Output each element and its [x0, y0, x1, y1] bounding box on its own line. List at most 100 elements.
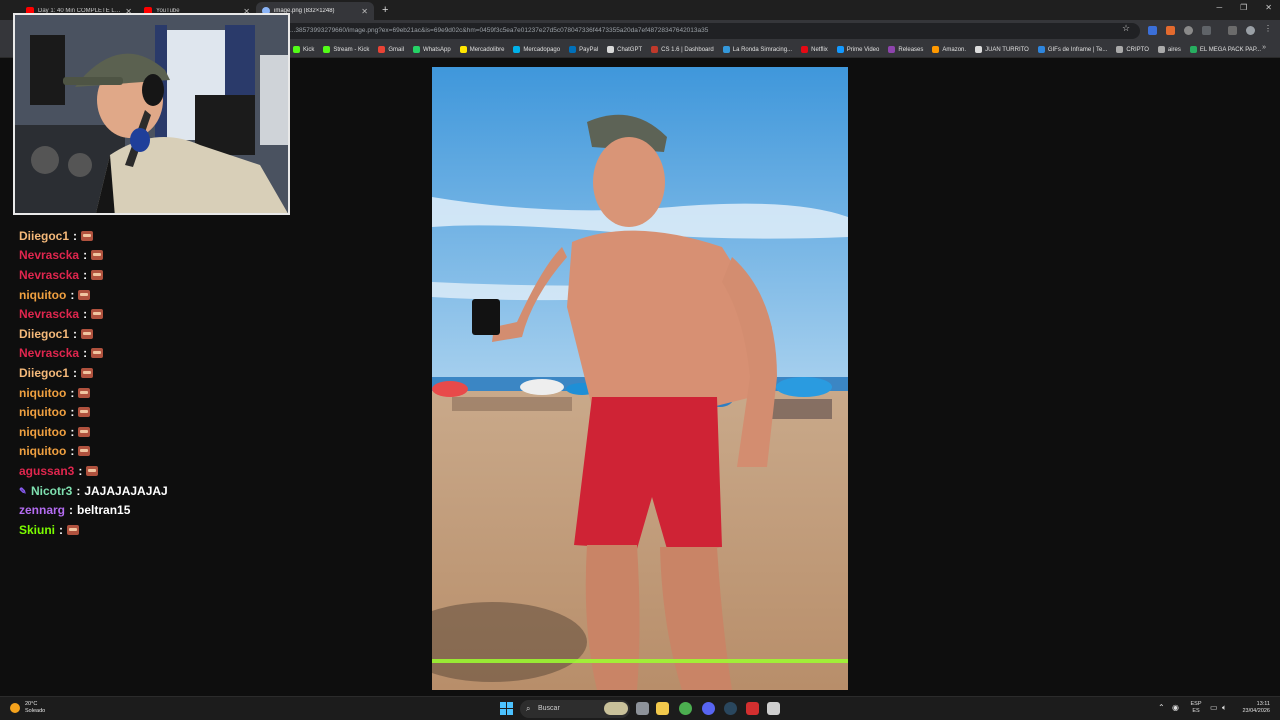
- bookmark-item[interactable]: Amazon.: [932, 46, 966, 53]
- screen: Day 1: 40 Min COMPLETE LOW... ✕ YouTube ✕ im…: [0, 0, 1280, 720]
- chat-username[interactable]: niquitoo: [19, 425, 66, 439]
- search-placeholder: Buscar: [538, 705, 560, 712]
- bookmark-favicon-icon: [801, 46, 809, 53]
- tray-app-icon[interactable]: ◉: [1172, 703, 1179, 712]
- extension-icon[interactable]: [1148, 26, 1157, 35]
- chevron-up-icon[interactable]: ⌃: [1158, 703, 1165, 712]
- chat-separator: :: [69, 503, 74, 518]
- menu-kebab-icon[interactable]: ⋮: [1264, 24, 1273, 33]
- extension-icon[interactable]: [1166, 26, 1175, 35]
- close-tab-icon[interactable]: ✕: [361, 7, 368, 16]
- task-view-icon[interactable]: [636, 702, 649, 715]
- bookmark-favicon-icon: [722, 46, 730, 53]
- chat-username[interactable]: Skiuni: [19, 523, 55, 537]
- bookmark-item[interactable]: Mercadopago: [513, 46, 560, 53]
- extensions-puzzle-icon[interactable]: [1202, 26, 1211, 35]
- bookmark-item[interactable]: Gmail: [378, 46, 404, 53]
- chat-username[interactable]: Diiegoc1: [19, 229, 69, 243]
- network-icon[interactable]: ▭: [1210, 703, 1218, 712]
- chat-username[interactable]: Nevrascka: [19, 307, 79, 321]
- chat-separator: :: [70, 287, 75, 302]
- media-icon[interactable]: [1228, 26, 1237, 35]
- bookmark-item[interactable]: EL MEGA PACK PAP...: [1189, 46, 1261, 53]
- bookmark-item[interactable]: Releases: [888, 46, 923, 53]
- bookmark-item[interactable]: ChatGPT: [607, 46, 642, 53]
- bookmark-item[interactable]: La Ronda Simracing...: [722, 46, 792, 53]
- chat-message: niquitoo:: [19, 383, 319, 403]
- bookmark-label: Gmail: [388, 46, 405, 53]
- bookmark-label: CRIPTO: [1126, 46, 1149, 53]
- chat-message: niquitoo:: [19, 422, 319, 442]
- bookmark-favicon-icon: [836, 46, 844, 53]
- volume-icon[interactable]: 🔈︎: [1222, 703, 1227, 713]
- chat-username[interactable]: Nevrascka: [19, 248, 79, 262]
- chat-message: niquitoo:: [19, 285, 319, 305]
- bookmark-label: ChatGPT: [617, 46, 643, 53]
- chat-text: beltran15: [77, 503, 131, 518]
- bookmark-label: Stream - Kick: [333, 46, 370, 53]
- profile-avatar[interactable]: [1246, 26, 1255, 35]
- bookmark-label: Mercadolibre: [469, 46, 505, 53]
- chat-username[interactable]: Nicotr3: [31, 484, 72, 498]
- bookmark-item[interactable]: Prime Video: [836, 46, 879, 53]
- new-tab-button[interactable]: +: [382, 4, 388, 16]
- bookmark-item[interactable]: Netflix: [801, 46, 828, 53]
- bookmark-label: PayPal: [579, 46, 599, 53]
- chat-username[interactable]: Nevrascka: [19, 346, 79, 360]
- app-icon[interactable]: [767, 702, 780, 715]
- steam-icon[interactable]: [724, 702, 737, 715]
- bookmark-item[interactable]: CS 1.6 | Dashboard: [651, 46, 714, 53]
- bookmark-item[interactable]: aires: [1157, 46, 1181, 53]
- chat-emote-icon: [81, 328, 94, 339]
- bookmark-item[interactable]: CRIPTO: [1116, 46, 1149, 53]
- bookmark-favicon-icon: [513, 46, 521, 53]
- maximize-icon[interactable]: ❐: [1240, 3, 1247, 12]
- chat-username[interactable]: niquitoo: [19, 386, 66, 400]
- bookmarks-overflow-button[interactable]: »: [1262, 44, 1266, 51]
- language-indicator[interactable]: ESP ES: [1188, 701, 1204, 715]
- extension-icon[interactable]: [1184, 26, 1193, 35]
- bookmark-item[interactable]: GIFs de Inframe | Te...: [1037, 46, 1107, 53]
- system-clock[interactable]: 13:11 23/04/2026: [1238, 701, 1270, 715]
- bookmark-item[interactable]: WhatsApp: [413, 46, 451, 53]
- chat-username[interactable]: Diiegoc1: [19, 366, 69, 380]
- chat-message: zennarg: beltran15: [19, 500, 319, 520]
- weather-widget[interactable]: 20°C Soleado: [10, 701, 45, 715]
- bookmark-star-icon[interactable]: ☆: [1122, 23, 1130, 34]
- chat-separator: :: [73, 365, 78, 380]
- minimize-icon[interactable]: ─: [1216, 3, 1222, 12]
- bookmark-item[interactable]: Stream - Kick: [323, 46, 369, 53]
- bookmark-label: aires: [1167, 46, 1181, 53]
- chat-username[interactable]: agussan3: [19, 464, 74, 478]
- chat-username[interactable]: zennarg: [19, 503, 65, 517]
- close-window-icon[interactable]: ✕: [1265, 3, 1272, 12]
- file-explorer-icon[interactable]: [656, 702, 669, 715]
- start-button[interactable]: [500, 702, 513, 715]
- discord-icon[interactable]: [702, 702, 715, 715]
- chat-message: ✎ Nicotr3: JAJAJAJAJAJ: [19, 481, 319, 501]
- webcam-overlay: [13, 13, 290, 215]
- chat-username[interactable]: niquitoo: [19, 444, 66, 458]
- bookmark-favicon-icon: [1037, 46, 1045, 53]
- bookmark-favicon-icon: [378, 46, 386, 53]
- bookmark-item[interactable]: JUAN TURRITO: [975, 46, 1029, 53]
- widget-landscape-icon[interactable]: [604, 702, 628, 715]
- chat-separator: :: [70, 424, 75, 439]
- racing-app-icon[interactable]: [746, 702, 759, 715]
- bookmark-item[interactable]: PayPal: [569, 46, 598, 53]
- chat-message: Nevrascka:: [19, 246, 319, 266]
- weather-temp: 20°C: [25, 701, 38, 707]
- chat-username[interactable]: Nevrascka: [19, 268, 79, 282]
- chrome-icon[interactable]: [679, 702, 692, 715]
- chat-emote-icon: [67, 524, 80, 535]
- beach-photo: [432, 67, 848, 690]
- address-bar[interactable]: ...38573993279660/image.png?ex=69eb21ac&…: [250, 23, 1140, 39]
- chat-emote-icon: [91, 250, 104, 261]
- bookmark-label: Netflix: [811, 46, 828, 53]
- chat-username[interactable]: Diiegoc1: [19, 327, 69, 341]
- chat-separator: :: [73, 228, 78, 243]
- chat-username[interactable]: niquitoo: [19, 405, 66, 419]
- chat-username[interactable]: niquitoo: [19, 288, 66, 302]
- bookmark-item[interactable]: Mercadolibre: [459, 46, 505, 53]
- bookmark-item[interactable]: Kick: [293, 46, 314, 53]
